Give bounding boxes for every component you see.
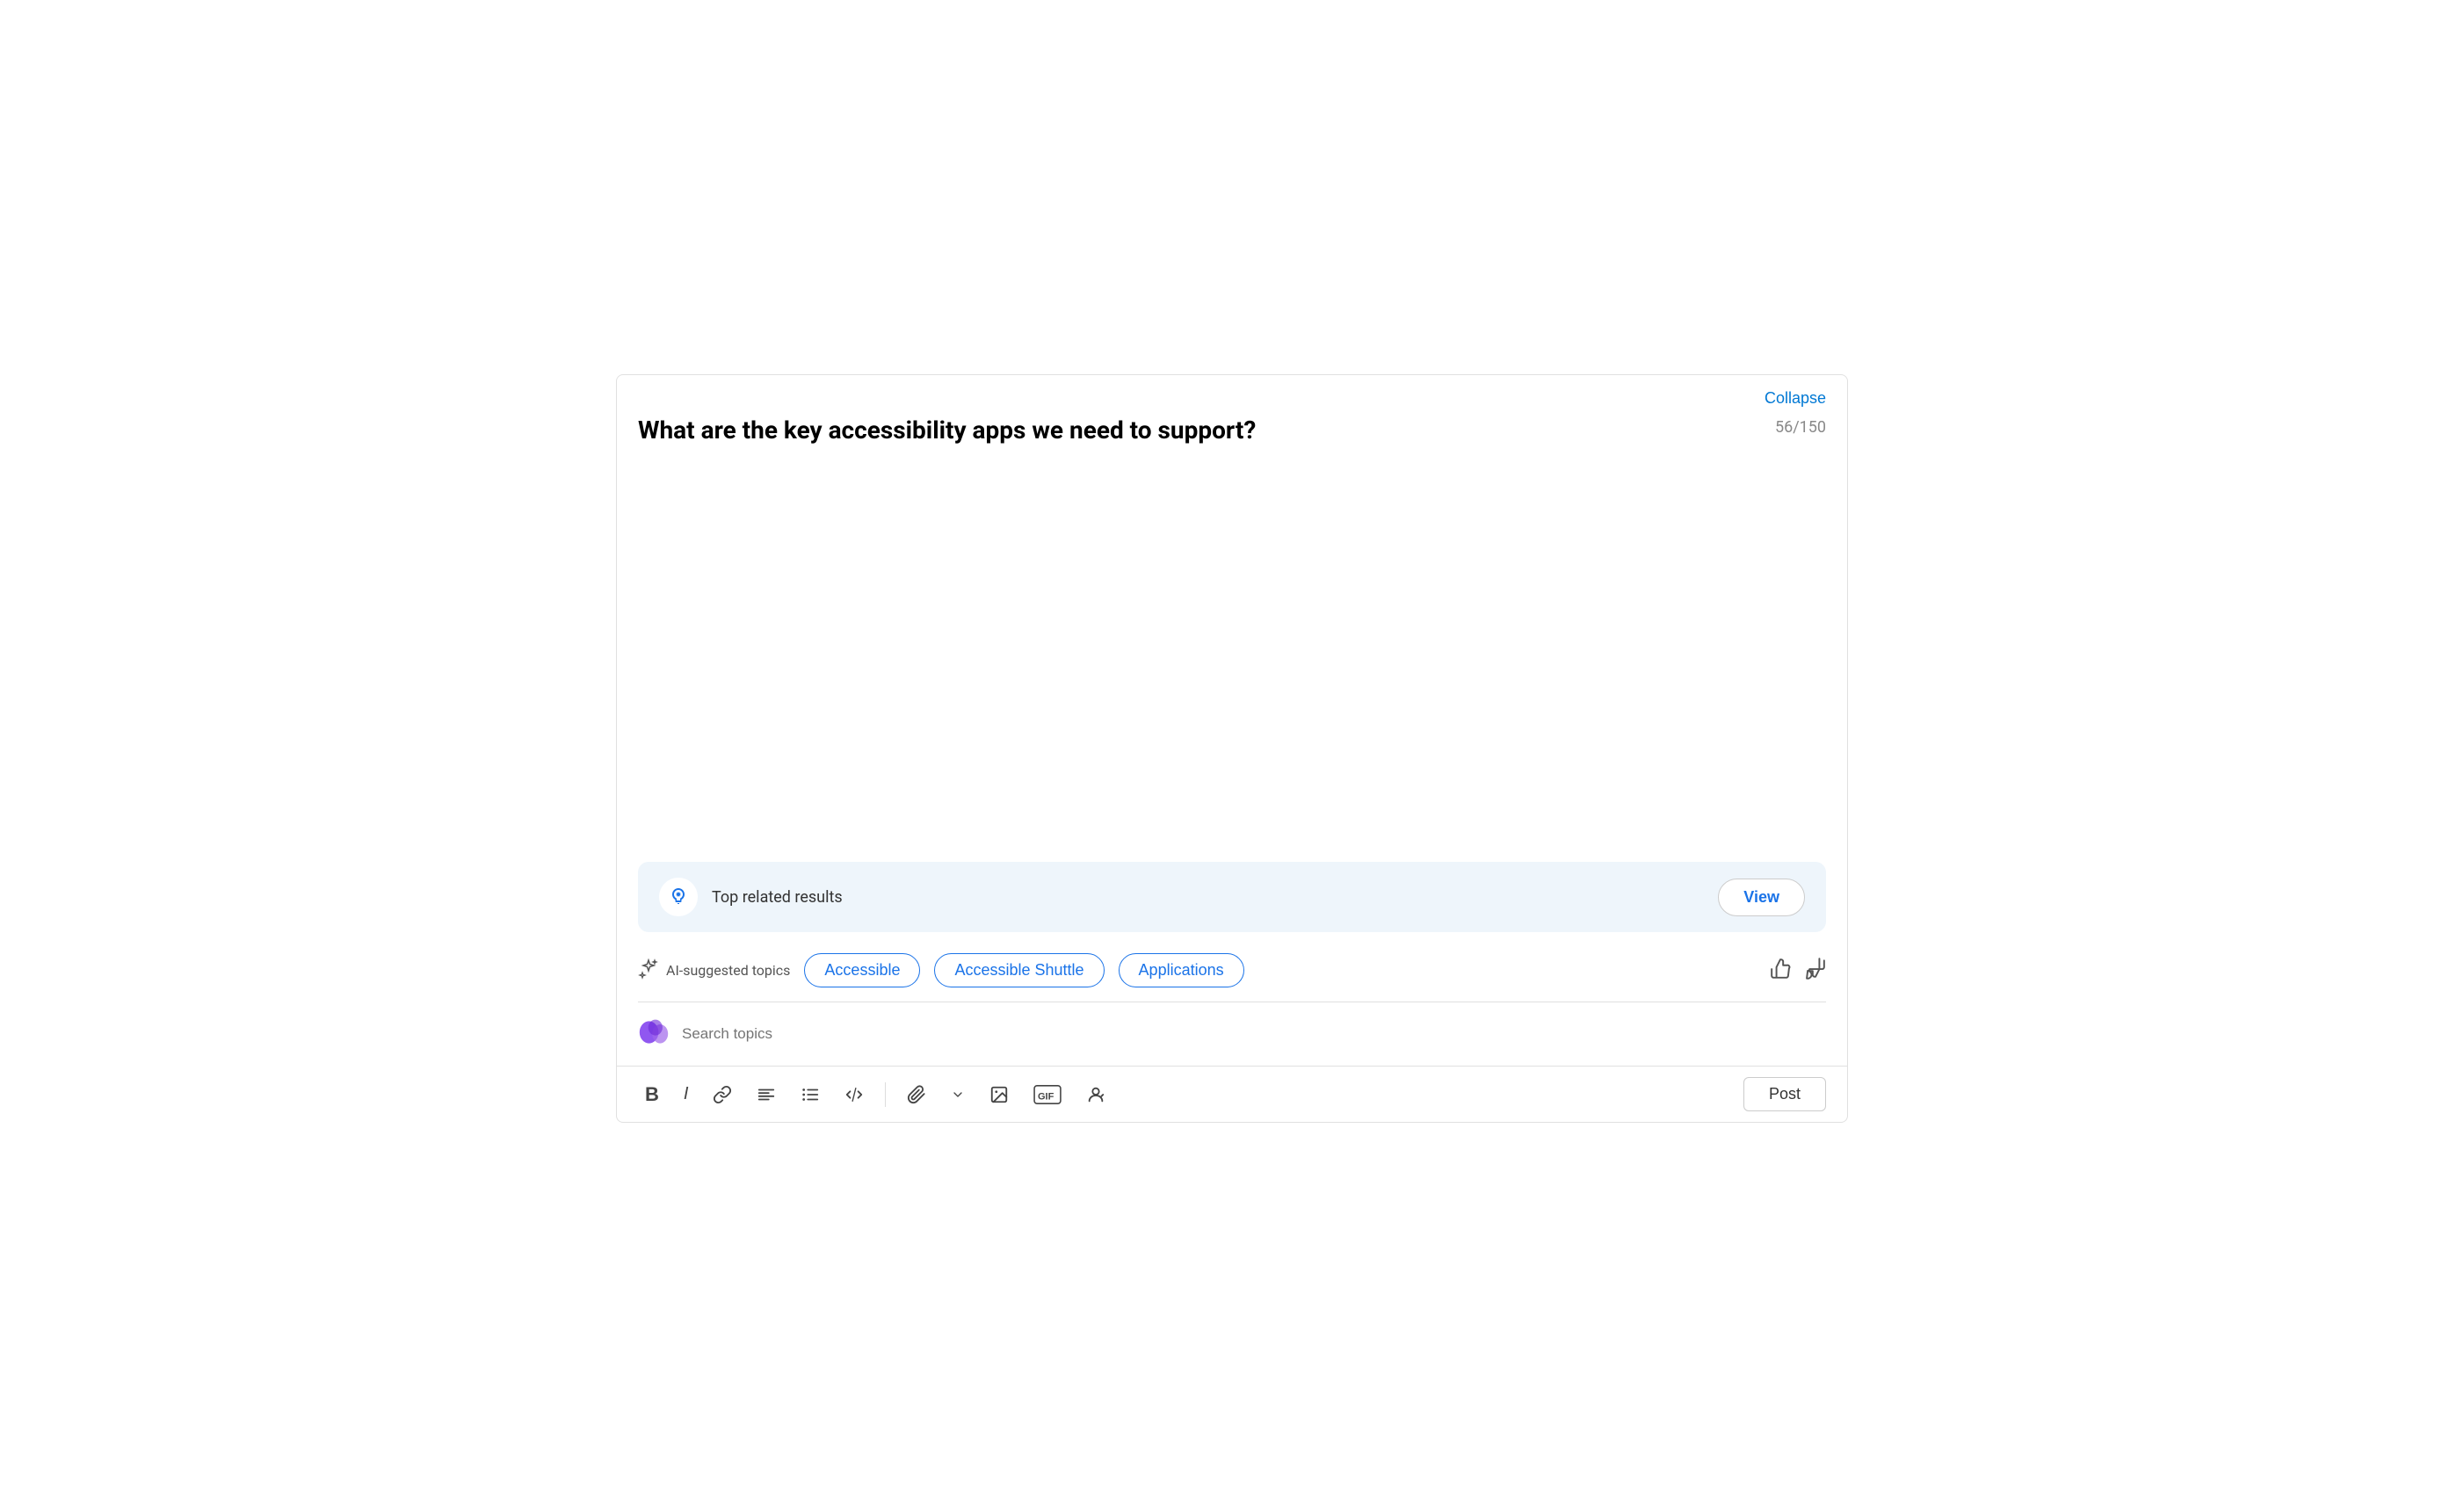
collapse-button[interactable]: Collapse: [1765, 389, 1826, 408]
align-left-button[interactable]: [750, 1081, 783, 1108]
search-topics-icon: [638, 1016, 670, 1052]
question-area: What are the key accessibility apps we n…: [617, 415, 1847, 446]
lightbulb-icon: [659, 878, 698, 916]
image-button[interactable]: [982, 1081, 1016, 1108]
related-results-bar: Top related results View: [638, 862, 1826, 932]
ai-sparkle-icon: [638, 958, 659, 983]
top-bar: Collapse: [617, 375, 1847, 415]
main-container: Collapse What are the key accessibility …: [616, 374, 1848, 1123]
thumbs-down-button[interactable]: [1803, 957, 1826, 985]
code-button[interactable]: [837, 1081, 871, 1108]
list-button[interactable]: [794, 1081, 827, 1108]
thumbs-up-button[interactable]: [1770, 957, 1793, 985]
bold-button[interactable]: B: [638, 1080, 666, 1110]
search-topics-section[interactable]: [617, 1002, 1847, 1066]
chip-accessible-shuttle[interactable]: Accessible Shuttle: [934, 953, 1104, 987]
attach-dropdown-button[interactable]: [944, 1084, 972, 1105]
ai-icon-group: AI-suggested topics: [638, 958, 790, 983]
chip-applications[interactable]: Applications: [1119, 953, 1244, 987]
search-topics-input[interactable]: [682, 1025, 1826, 1043]
italic-button[interactable]: I: [677, 1081, 696, 1108]
mention-button[interactable]: [1079, 1081, 1112, 1108]
chip-accessible[interactable]: Accessible: [804, 953, 920, 987]
ai-label: AI-suggested topics: [666, 962, 790, 979]
view-button[interactable]: View: [1718, 879, 1805, 916]
content-spacer: [617, 446, 1847, 841]
attach-button[interactable]: [900, 1081, 933, 1108]
related-results-text: Top related results: [712, 888, 843, 907]
gif-button[interactable]: GIF: [1026, 1081, 1069, 1108]
toolbar: B I: [617, 1066, 1847, 1122]
svg-text:GIF: GIF: [1038, 1091, 1054, 1102]
feedback-icons: [1770, 957, 1826, 985]
related-results-left: Top related results: [659, 878, 843, 916]
ai-topics-section: AI-suggested topics Accessible Accessibl…: [617, 932, 1847, 987]
question-title: What are the key accessibility apps we n…: [638, 415, 1256, 446]
post-button[interactable]: Post: [1743, 1077, 1826, 1111]
char-count: 56/150: [1775, 418, 1826, 437]
toolbar-separator-1: [885, 1082, 886, 1107]
toolbar-right: Post: [1743, 1077, 1826, 1111]
link-button[interactable]: [706, 1081, 739, 1108]
